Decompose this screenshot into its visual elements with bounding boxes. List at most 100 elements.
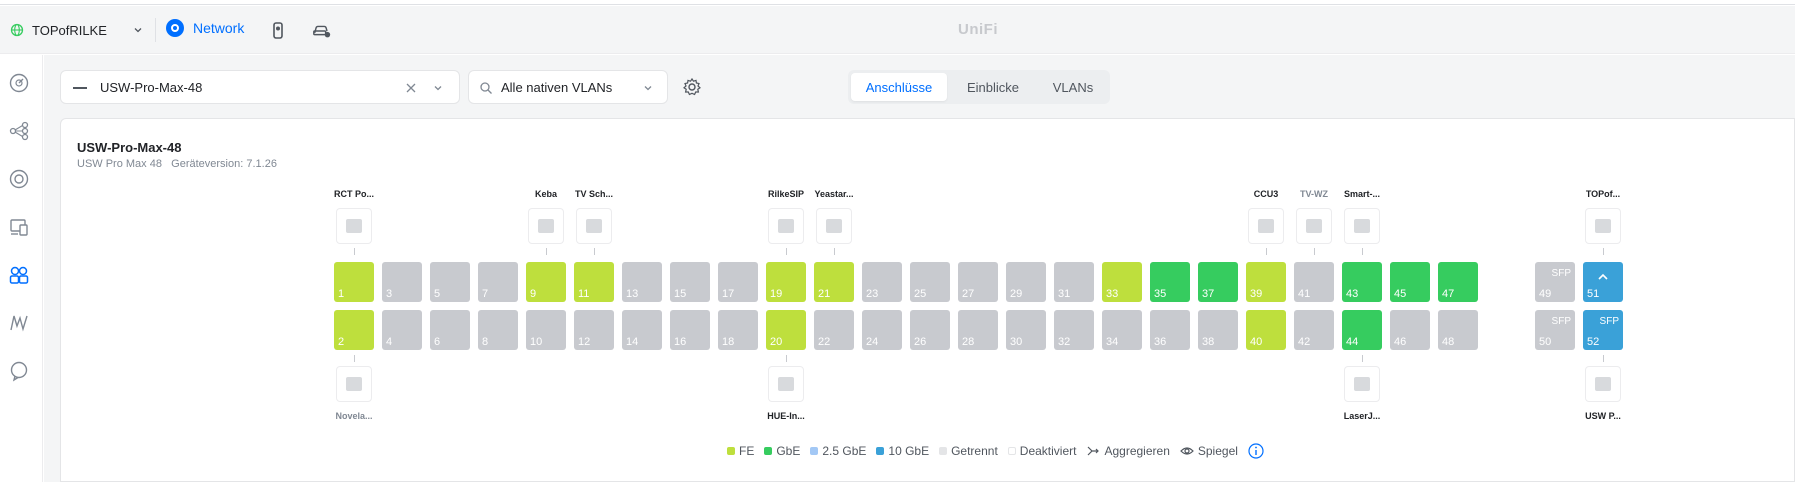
device-model: USW Pro Max 48 (77, 158, 162, 170)
view-tabs: Anschlüsse Einblicke VLANs (848, 70, 1110, 104)
port-19[interactable]: 19 (766, 262, 806, 302)
port-38[interactable]: 38 (1198, 310, 1238, 350)
port-24[interactable]: 24 (862, 310, 902, 350)
port-7[interactable]: 7 (478, 262, 518, 302)
port-connector (1603, 355, 1604, 362)
port-23[interactable]: 23 (862, 262, 902, 302)
port-number: 6 (434, 336, 441, 348)
port-42[interactable]: 42 (1294, 310, 1334, 350)
connected-device[interactable] (576, 208, 612, 244)
tab-vlans[interactable]: VLANs (1038, 73, 1108, 101)
protect-icon[interactable] (268, 21, 288, 41)
port-40[interactable]: 40 (1246, 310, 1286, 350)
network-app-tab[interactable]: Network (166, 19, 244, 37)
port-35[interactable]: 35 (1150, 262, 1190, 302)
port-3[interactable]: 3 (382, 262, 422, 302)
port-10[interactable]: 10 (526, 310, 566, 350)
port-8[interactable]: 8 (478, 310, 518, 350)
legend-label: 2.5 GbE (822, 444, 867, 458)
connected-device[interactable] (1585, 366, 1621, 402)
port-connector (1362, 248, 1363, 255)
port-46[interactable]: 46 (1390, 310, 1430, 350)
port-47[interactable]: 47 (1438, 262, 1478, 302)
gear-icon[interactable] (682, 77, 702, 97)
tab-anschluesse[interactable]: Anschlüsse (851, 73, 947, 101)
window-top-border (0, 0, 1795, 5)
port-14[interactable]: 14 (622, 310, 662, 350)
chevron-down-icon[interactable] (432, 82, 444, 94)
port-6[interactable]: 6 (430, 310, 470, 350)
legend-label: Aggregieren (1104, 444, 1170, 458)
settings-icon[interactable] (8, 360, 30, 382)
ports-icon[interactable] (8, 264, 30, 286)
port-44[interactable]: 44 (1342, 310, 1382, 350)
info-icon[interactable] (1248, 443, 1264, 459)
port-number: 16 (674, 336, 687, 348)
port-20[interactable]: 20 (766, 310, 806, 350)
connected-device[interactable] (1344, 366, 1380, 402)
port-43[interactable]: 43 (1342, 262, 1382, 302)
insights-icon[interactable] (8, 312, 30, 334)
port-48[interactable]: 48 (1438, 310, 1478, 350)
port-33[interactable]: 33 (1102, 262, 1142, 302)
dashboard-icon[interactable] (8, 72, 30, 94)
connected-device[interactable] (336, 366, 372, 402)
connected-device[interactable] (336, 208, 372, 244)
globe-icon (10, 23, 24, 37)
port-37[interactable]: 37 (1198, 262, 1238, 302)
port-11[interactable]: 11 (574, 262, 614, 302)
port-29[interactable]: 29 (1006, 262, 1046, 302)
tab-einblicke[interactable]: Einblicke (951, 73, 1035, 101)
vlan-filter-select[interactable]: Alle nativen VLANs (468, 70, 668, 104)
connected-device[interactable] (816, 208, 852, 244)
port-27[interactable]: 27 (958, 262, 998, 302)
port-21[interactable]: 21 (814, 262, 854, 302)
port-22[interactable]: 22 (814, 310, 854, 350)
port-28[interactable]: 28 (958, 310, 998, 350)
port-5[interactable]: 5 (430, 262, 470, 302)
port-36[interactable]: 36 (1150, 310, 1190, 350)
connected-device[interactable] (768, 208, 804, 244)
port-4[interactable]: 4 (382, 310, 422, 350)
port-51[interactable]: 51 (1583, 262, 1623, 302)
clients-icon[interactable] (8, 216, 30, 238)
port-50[interactable]: 50 SFP (1535, 310, 1575, 350)
port-25[interactable]: 25 (910, 262, 950, 302)
port-9[interactable]: 9 (526, 262, 566, 302)
port-number: 9 (530, 288, 537, 300)
connected-device[interactable] (1296, 208, 1332, 244)
device-version-label: Geräteversion: (171, 158, 244, 170)
network-app-label: Network (193, 20, 245, 36)
port-13[interactable]: 13 (622, 262, 662, 302)
port-17[interactable]: 17 (718, 262, 758, 302)
port-number: 3 (386, 288, 393, 300)
legend-label: FE (739, 444, 755, 458)
topology-icon[interactable] (8, 120, 30, 142)
port-45[interactable]: 45 (1390, 262, 1430, 302)
port-18[interactable]: 18 (718, 310, 758, 350)
port-52[interactable]: 52 SFP (1583, 310, 1623, 350)
port-26[interactable]: 26 (910, 310, 950, 350)
connected-device[interactable] (1585, 208, 1621, 244)
connected-device[interactable] (1344, 208, 1380, 244)
connected-device[interactable] (1248, 208, 1284, 244)
port-34[interactable]: 34 (1102, 310, 1142, 350)
device-selector[interactable]: USW-Pro-Max-48 (60, 70, 460, 104)
port-2[interactable]: 2 (334, 310, 374, 350)
devices-icon[interactable] (8, 168, 30, 190)
port-15[interactable]: 15 (670, 262, 710, 302)
port-31[interactable]: 31 (1054, 262, 1094, 302)
connect-icon[interactable] (312, 21, 332, 41)
port-41[interactable]: 41 (1294, 262, 1334, 302)
port-39[interactable]: 39 (1246, 262, 1286, 302)
connected-device[interactable] (768, 366, 804, 402)
connected-device[interactable] (528, 208, 564, 244)
clear-icon[interactable] (404, 81, 418, 95)
port-1[interactable]: 1 (334, 262, 374, 302)
port-32[interactable]: 32 (1054, 310, 1094, 350)
port-30[interactable]: 30 (1006, 310, 1046, 350)
port-12[interactable]: 12 (574, 310, 614, 350)
port-16[interactable]: 16 (670, 310, 710, 350)
port-49[interactable]: 49 SFP (1535, 262, 1575, 302)
site-selector[interactable]: TOPofRILKE (10, 19, 148, 41)
